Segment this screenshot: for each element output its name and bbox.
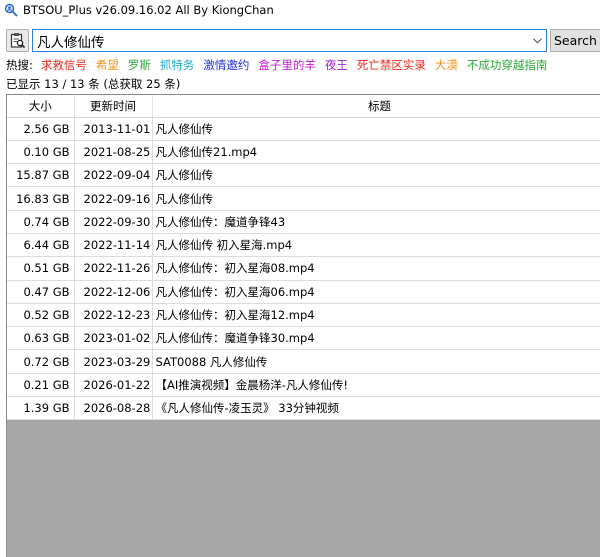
cell-date: 2022-11-26 — [74, 256, 153, 281]
cell-size: 0.74 GB — [7, 210, 75, 234]
cell-date: 2022-12-06 — [74, 280, 153, 304]
cell-title: 凡人修仙传 — [152, 163, 600, 188]
cell-title: 凡人修仙传：初入星海12.mp4 — [152, 303, 600, 328]
table-body: 2.56 GB 2013-11-01 凡人修仙传 0.10 GB 2021-08-25 凡… — [7, 117, 600, 421]
hot-search-item[interactable]: 不成功穿越指南 — [467, 57, 548, 73]
chevron-down-icon[interactable] — [528, 30, 546, 51]
table-row[interactable]: 0.21 GB 2026-01-22 【AI推演视频】金晨杨洋-凡人修仙传! — [7, 373, 600, 398]
cell-title: 凡人修仙传21.mp4 — [152, 140, 600, 165]
magnifier-person-icon — [4, 3, 18, 17]
table-row[interactable]: 2.56 GB 2013-11-01 凡人修仙传 — [7, 117, 600, 141]
cell-date: 2013-11-01 — [74, 117, 153, 141]
hot-search-item[interactable]: 抓特务 — [160, 57, 195, 73]
hot-search-item[interactable]: 盒子里的羊 — [258, 57, 316, 73]
cell-title: 《凡人修仙传-凌玉灵》 33分钟视频 — [152, 396, 600, 421]
clipboard-search-button[interactable] — [6, 29, 29, 52]
cell-date: 2026-01-22 — [74, 373, 153, 398]
cell-date: 2022-11-14 — [74, 233, 153, 258]
results-grid[interactable]: 大小 更新时间 标题 2.56 GB 2013-11-01 凡人修仙传 0.10 GB… — [6, 94, 600, 557]
table-row[interactable]: 6.44 GB 2022-11-14 凡人修仙传 初入星海.mp4 — [7, 233, 600, 258]
hot-search-item[interactable]: 大漠 — [435, 57, 458, 73]
cell-size: 0.21 GB — [7, 373, 75, 398]
hot-search-item[interactable]: 罗斯 — [128, 57, 151, 73]
cell-title: 【AI推演视频】金晨杨洋-凡人修仙传! — [152, 373, 600, 398]
hot-search-item[interactable]: 希望 — [96, 57, 119, 73]
search-button[interactable]: Search A — [550, 29, 600, 52]
table-header-row: 大小 更新时间 标题 — [7, 95, 600, 118]
cell-size: 0.63 GB — [7, 326, 75, 351]
cell-title: 凡人修仙传：魔道争锋43 — [152, 210, 600, 234]
cell-date: 2023-03-29 — [74, 349, 153, 374]
cell-size: 0.72 GB — [7, 349, 75, 374]
table-row[interactable]: 0.51 GB 2022-11-26 凡人修仙传：初入星海08.mp4 — [7, 256, 600, 281]
table-row[interactable]: 0.72 GB 2023-03-29 SAT0088 凡人修仙传 — [7, 349, 600, 374]
cell-date: 2022-09-04 — [74, 163, 153, 188]
cell-size: 16.83 GB — [7, 186, 75, 211]
cell-date: 2022-09-30 — [74, 210, 153, 234]
cell-date: 2022-09-16 — [74, 186, 153, 211]
cell-date: 2021-08-25 — [74, 140, 153, 165]
cell-title: 凡人修仙传 — [152, 186, 600, 211]
cell-size: 0.51 GB — [7, 256, 75, 281]
result-count-status: 已显示 13 / 13 条 (总获取 25 条) — [6, 77, 181, 91]
column-header-size[interactable]: 大小 — [7, 95, 75, 118]
results-table: 大小 更新时间 标题 2.56 GB 2013-11-01 凡人修仙传 0.10 GB… — [7, 95, 600, 421]
cell-size: 15.87 GB — [7, 163, 75, 188]
column-header-date[interactable]: 更新时间 — [74, 95, 153, 118]
clipboard-search-icon — [10, 33, 26, 49]
table-row[interactable]: 0.10 GB 2021-08-25 凡人修仙传21.mp4 — [7, 140, 600, 165]
cell-title: 凡人修仙传：初入星海08.mp4 — [152, 256, 600, 281]
table-row[interactable]: 0.74 GB 2022-09-30 凡人修仙传：魔道争锋43 — [7, 210, 600, 234]
table-row[interactable]: 1.39 GB 2026-08-28 《凡人修仙传-凌玉灵》 33分钟视频 — [7, 396, 600, 421]
table-row[interactable]: 0.63 GB 2023-01-02 凡人修仙传：魔道争锋30.mp4 — [7, 326, 600, 351]
table-row[interactable]: 0.47 GB 2022-12-06 凡人修仙传：初入星海06.mp4 — [7, 280, 600, 304]
cell-title: 凡人修仙传：初入星海06.mp4 — [152, 280, 600, 304]
search-combobox[interactable] — [32, 29, 547, 52]
table-row[interactable]: 15.87 GB 2022-09-04 凡人修仙传 — [7, 163, 600, 188]
hot-search-label: 热搜: — [6, 58, 33, 72]
cell-size: 0.47 GB — [7, 280, 75, 304]
cell-size: 0.10 GB — [7, 140, 75, 165]
cell-title: 凡人修仙传 初入星海.mp4 — [152, 233, 600, 258]
cell-title: 凡人修仙传：魔道争锋30.mp4 — [152, 326, 600, 351]
search-input[interactable] — [35, 31, 525, 50]
hot-search-item[interactable]: 求救信号 — [41, 57, 87, 73]
hot-search-bar: 热搜: 求救信号 希望 罗斯 抓特务 激情邀约 盒子里的羊 夜王 死亡禁区实录 … — [6, 57, 556, 73]
table-row[interactable]: 0.52 GB 2022-12-23 凡人修仙传：初入星海12.mp4 — [7, 303, 600, 328]
cell-title: 凡人修仙传 — [152, 117, 600, 141]
title-bar: BTSOU_Plus v26.09.16.02 All By KiongChan — [0, 0, 600, 20]
cell-size: 6.44 GB — [7, 233, 75, 258]
table-row[interactable]: 16.83 GB 2022-09-16 凡人修仙传 — [7, 186, 600, 211]
search-toolbar: Search A — [0, 26, 600, 54]
window-title: BTSOU_Plus v26.09.16.02 All By KiongChan — [23, 3, 274, 17]
column-header-title[interactable]: 标题 — [152, 95, 600, 118]
cell-date: 2022-12-23 — [74, 303, 153, 328]
hot-search-item[interactable]: 夜王 — [325, 57, 348, 73]
cell-size: 0.52 GB — [7, 303, 75, 328]
hot-search-item[interactable]: 死亡禁区实录 — [357, 57, 426, 73]
cell-date: 2026-08-28 — [74, 396, 153, 421]
cell-title: SAT0088 凡人修仙传 — [152, 349, 600, 374]
cell-date: 2023-01-02 — [74, 326, 153, 351]
cell-size: 2.56 GB — [7, 117, 75, 141]
hot-search-item[interactable]: 激情邀约 — [203, 57, 249, 73]
cell-size: 1.39 GB — [7, 396, 75, 421]
